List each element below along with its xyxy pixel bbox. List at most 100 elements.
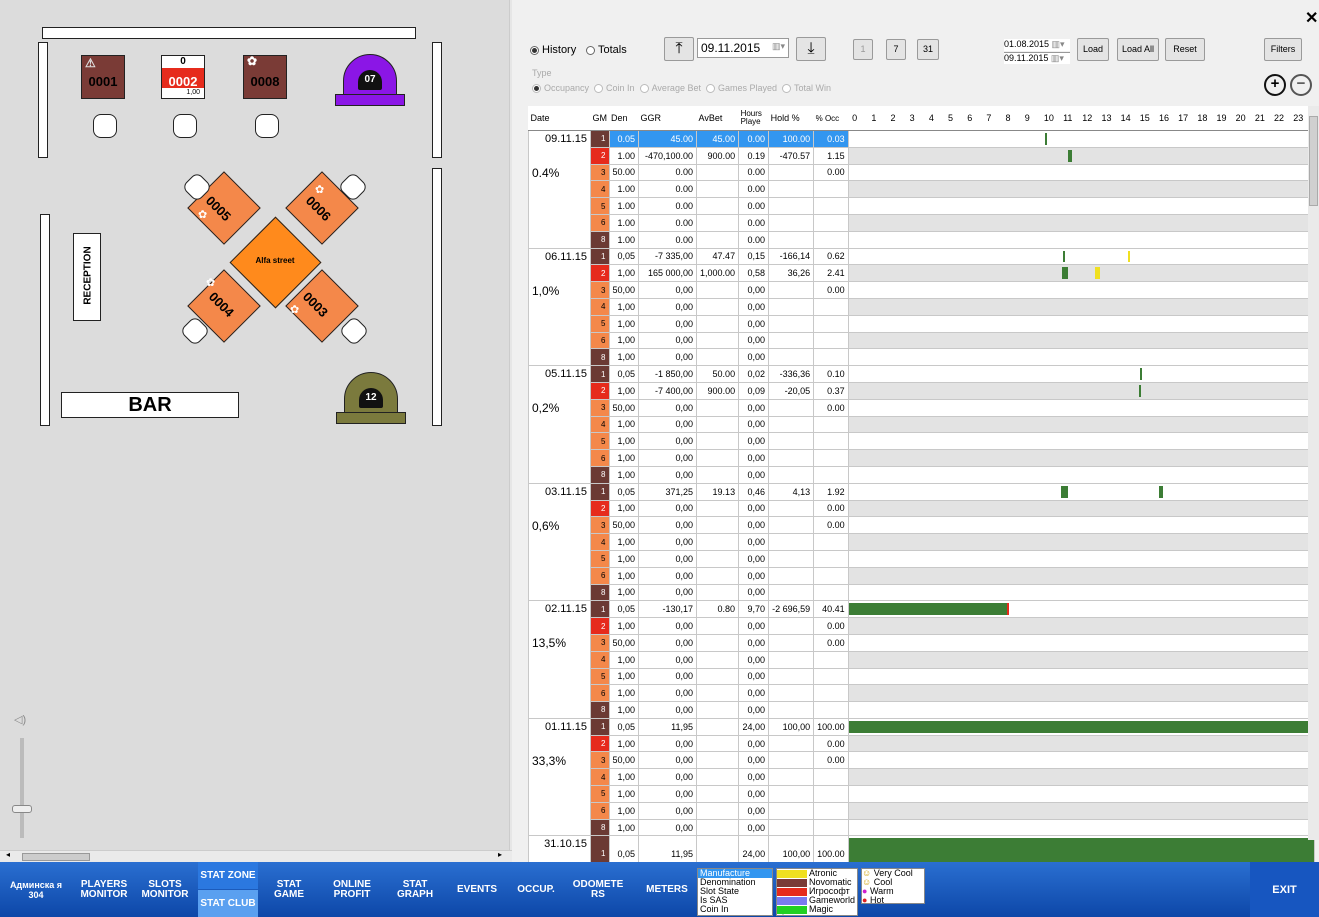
table-row[interactable]: 6 1,00 0,00 0,00	[529, 801, 1315, 820]
reset-button[interactable]: Reset	[1165, 38, 1205, 61]
table-row[interactable]: 8 1.00 0.00 0.00	[529, 230, 1315, 249]
table-row[interactable]: 2 1,00 0,00 0,00 0.00	[529, 499, 1315, 518]
taskbar-stat-zone[interactable]: STAT ZONE	[198, 862, 258, 889]
table-row[interactable]: 5 1,00 0,00 0,00	[529, 785, 1315, 803]
table-row[interactable]: 5 1,00 0,00 0,00	[529, 667, 1315, 686]
table-row[interactable]: 05.11.15 0,2% 1 0,05 -1 850,00 50.00 0,02 -336,…	[528, 365, 1315, 484]
col-gm[interactable]: GM	[590, 106, 609, 131]
radio-dot[interactable]	[782, 84, 792, 94]
machine-07[interactable]: 07	[335, 54, 405, 106]
table-row[interactable]: 3 50,00 0,00 0,00 0.00	[529, 281, 1315, 299]
scroll-to-top-button[interactable]: ⤒	[664, 37, 694, 61]
taskbar-slots-monitor[interactable]: SLOTS MONITOR	[138, 862, 192, 917]
table-row[interactable]: 8 1,00 0,00 0,00	[529, 583, 1315, 602]
table-row[interactable]: 03.11.15 0,6% 1 0,05 371,25 19.13 0,46 4,13 1.92	[528, 482, 1315, 602]
taskbar-stat-club[interactable]: STAT CLUB	[198, 890, 258, 917]
col-hold[interactable]: Hold %	[768, 106, 814, 131]
exit-button[interactable]: EXIT	[1250, 862, 1319, 917]
table-row[interactable]: 5 1,00 0,00 0,00	[529, 549, 1315, 568]
date-picker[interactable]: 09.11.2015 ▥▾	[697, 38, 789, 58]
table-row[interactable]: 8 1,00 0,00 0,00	[529, 465, 1315, 484]
history-radio[interactable]: History	[530, 44, 576, 56]
table-row[interactable]: 8 1,00 0,00 0,00	[529, 348, 1315, 367]
table-row[interactable]: 6 1.00 0.00 0.00	[529, 213, 1315, 232]
table-row[interactable]: 3 50.00 0.00 0.00 0.00	[529, 163, 1315, 182]
taskbar-online-profit[interactable]: ONLINE PROFIT	[322, 862, 382, 917]
col-hours[interactable]: Hours Playe	[738, 106, 769, 131]
taskbar-players-monitor[interactable]: PLAYERS MONITOR	[74, 862, 134, 917]
table-row[interactable]: 09.11.15 0.4% 1 0.05 45.00 45.00 0.00 100.00 0.0…	[528, 130, 1315, 249]
filters-button[interactable]: Filters	[1264, 38, 1302, 61]
range-to-picker[interactable]: 09.11.2015 ▥▾	[1004, 52, 1070, 64]
table-row[interactable]: 4 1,00 0,00 0,00	[529, 533, 1315, 551]
taskbar-stat-graph[interactable]: STAT GRAPH	[388, 862, 442, 917]
scroll-to-bottom-button[interactable]: ⤓	[796, 37, 826, 61]
table-row[interactable]: 4 1,00 0,00 0,00	[529, 650, 1315, 669]
type-option[interactable]: Total Win	[794, 83, 831, 93]
taskbar-meters[interactable]: METERS	[638, 862, 696, 917]
volume-slider-thumb[interactable]	[12, 805, 32, 813]
legend-list-manufacturers[interactable]: Atronic Novomatic Игрософт Gameworld Mag…	[776, 868, 858, 916]
table-row[interactable]: 6 1,00 0,00 0,00	[529, 331, 1315, 350]
day-button-1[interactable]: 1	[853, 39, 873, 60]
machine-0001[interactable]: ⚠ 0001	[81, 55, 125, 99]
day-button-7[interactable]: 7	[886, 39, 906, 60]
close-icon[interactable]: ✕	[1305, 8, 1318, 28]
type-option[interactable]: Average Bet	[652, 83, 701, 93]
machine-12[interactable]: 12	[336, 372, 406, 424]
col-ggr[interactable]: GGR	[638, 106, 697, 131]
taskbar-occup[interactable]: OCCUP.	[508, 862, 564, 917]
table-row[interactable]: 2 1,00 -7 400,00 900.00 0,09 -20,05 0.37	[529, 381, 1315, 400]
list-item[interactable]: Magic place	[777, 905, 857, 915]
table-scrollbar[interactable]	[1308, 106, 1319, 840]
table-row[interactable]: 3 50,00 0,00 0,00 0.00	[529, 516, 1315, 535]
floor-scrollbar[interactable]: ◂ ▸	[0, 850, 512, 862]
taskbar-events[interactable]: EVENTS	[448, 862, 506, 917]
table-row[interactable]: 3 50,00 0,00 0,00 0.00	[529, 398, 1315, 417]
table-row[interactable]: 4 1,00 0,00 0,00	[529, 297, 1315, 316]
table-row[interactable]: 4 1,00 0,00 0,00	[529, 415, 1315, 434]
scroll-left-icon[interactable]: ◂	[6, 850, 10, 859]
table-row[interactable]: 5 1,00 0,00 0,00	[529, 432, 1315, 451]
range-from-picker[interactable]: 01.08.2015 ▥▾	[1004, 39, 1070, 51]
table-row[interactable]: 02.11.15 13,5% 1 0,05 -130,17 0.80 9,70 -2 696,…	[528, 600, 1315, 719]
col-avbet[interactable]: AvBet	[696, 106, 739, 131]
table-row[interactable]: 3 50,00 0,00 0,00 0.00	[529, 751, 1315, 770]
zoom-in-icon[interactable]: +	[1264, 74, 1286, 96]
load-all-button[interactable]: Load All	[1117, 38, 1159, 61]
zoom-out-icon[interactable]: −	[1290, 74, 1312, 96]
table-row[interactable]: 6 1,00 0,00 0,00	[529, 449, 1315, 467]
col-occ[interactable]: % Occ	[813, 106, 849, 131]
table-row[interactable]: 2 1,00 165 000,00 1,000.00 0,58 36,26 2.41	[529, 264, 1315, 283]
radio-dot[interactable]	[705, 84, 715, 94]
legend-list-temperature[interactable]: ☺ Very Cool ☺ Cool ● Warm ● Hot	[861, 868, 925, 904]
table-row[interactable]: 6 1,00 0,00 0,00	[529, 566, 1315, 585]
table-row[interactable]: 5 1.00 0.00 0.00	[529, 197, 1315, 215]
col-den[interactable]: Den	[609, 106, 639, 131]
legend-list-categories[interactable]: Manufacture Denomination Slot State Is S…	[697, 868, 773, 916]
list-item[interactable]: ● Hot	[862, 896, 924, 904]
type-option[interactable]: Coin In	[606, 83, 635, 93]
table-row[interactable]: 4 1,00 0,00 0,00	[529, 768, 1315, 787]
taskbar-stat-game[interactable]: STAT GAME	[262, 862, 316, 917]
radio-dot[interactable]	[532, 84, 541, 94]
radio-dot[interactable]	[594, 84, 604, 94]
table-row[interactable]: 8 1,00 0,00 0,00	[529, 701, 1315, 719]
table-row[interactable]: 2 1,00 0,00 0,00 0.00	[529, 734, 1315, 753]
table-row[interactable]: 6 1,00 0,00 0,00	[529, 684, 1315, 703]
scroll-thumb[interactable]	[22, 853, 90, 861]
machine-0002[interactable]: 0 0002 1,00	[161, 55, 205, 99]
table-row[interactable]: 5 1,00 0,00 0,00	[529, 314, 1315, 333]
col-date[interactable]: Date	[528, 106, 591, 131]
list-item[interactable]: Coin In	[698, 905, 772, 914]
table-row[interactable]: 06.11.15 1,0% 1 0,05 -7 335,00 47.47 0,15 -166,…	[528, 247, 1315, 367]
totals-radio[interactable]: Totals	[586, 44, 627, 56]
table-scroll-thumb[interactable]	[1309, 116, 1318, 206]
table-row[interactable]: 8 1,00 0,00 0,00	[529, 818, 1315, 837]
table-row[interactable]: 3 50,00 0,00 0,00 0.00	[529, 633, 1315, 652]
load-button[interactable]: Load	[1077, 38, 1109, 61]
table-row[interactable]: 4 1.00 0.00 0.00	[529, 180, 1315, 199]
taskbar-odometers[interactable]: ODOMETE RS	[570, 862, 626, 917]
table-row[interactable]: 2 1.00 -470,100.00 900.00 0.19 -470.57 1.15	[529, 146, 1315, 165]
machine-0008[interactable]: ✿ 0008	[243, 54, 287, 99]
